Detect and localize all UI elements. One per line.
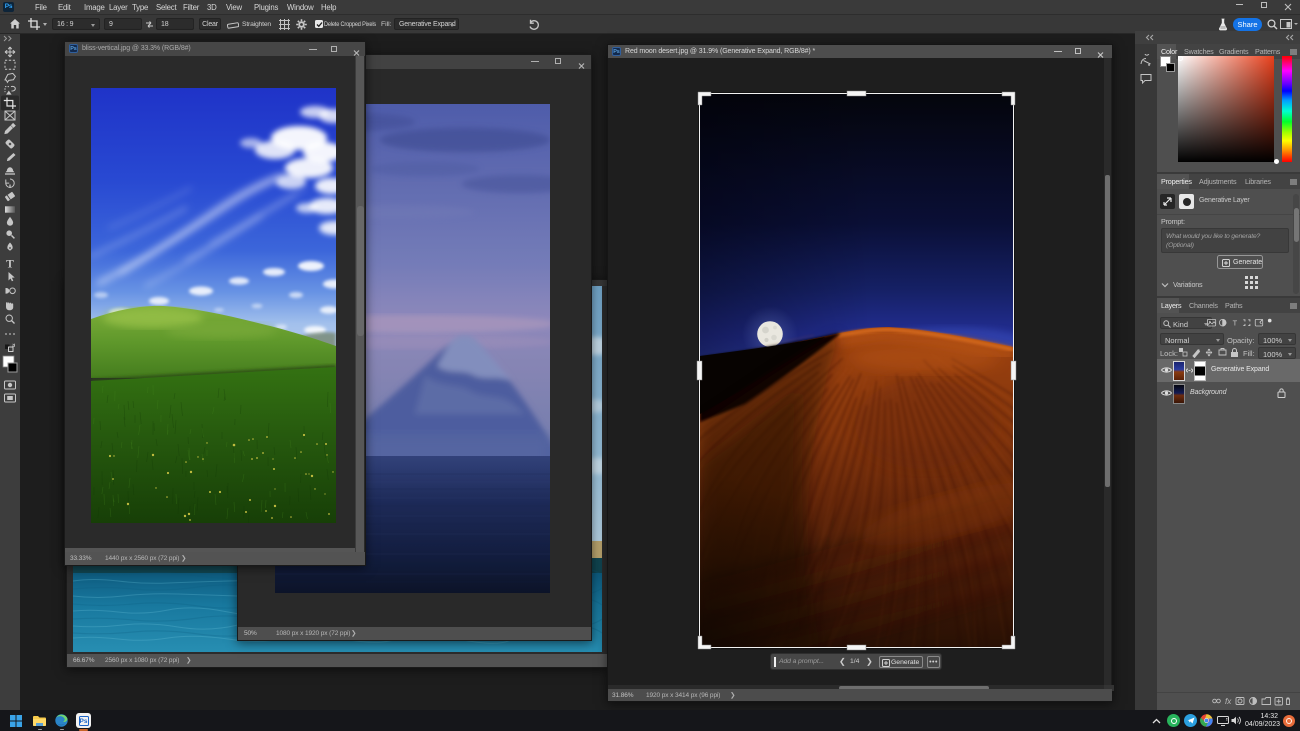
svg-text:fx: fx bbox=[1225, 697, 1232, 706]
svg-text:T: T bbox=[1233, 319, 1238, 328]
svg-text:T: T bbox=[6, 259, 14, 271]
